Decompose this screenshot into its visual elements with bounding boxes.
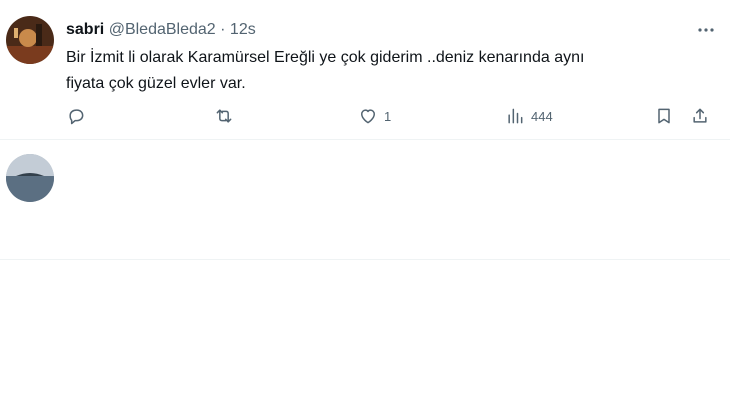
- more-icon: [698, 28, 714, 32]
- avatar[interactable]: [6, 16, 54, 64]
- retweet-icon: [216, 109, 232, 123]
- share-button[interactable]: [690, 104, 710, 128]
- bookmark-icon: [658, 108, 670, 124]
- avatar-image: [6, 16, 54, 64]
- more-options-button[interactable]: [694, 18, 718, 42]
- views-button[interactable]: 444: [505, 104, 553, 128]
- share-icon: [693, 108, 707, 123]
- bookmark-button[interactable]: [654, 104, 674, 128]
- separator-dot: ·: [220, 21, 226, 38]
- tweet[interactable]: sabri @BledaBleda2 · 12s Bir İzmit li ol…: [0, 0, 730, 140]
- timestamp[interactable]: 12s: [230, 21, 256, 38]
- like-count: 1: [384, 108, 392, 124]
- tweet-actions: 1 444: [0, 104, 730, 128]
- display-name[interactable]: sabri: [66, 21, 104, 38]
- views-icon: [508, 108, 523, 124]
- views-count: 444: [531, 108, 553, 124]
- avatar-image: [6, 154, 54, 202]
- reply-icon: [69, 109, 84, 125]
- tweet-header: sabri @BledaBleda2 · 12s: [66, 20, 256, 40]
- user-handle[interactable]: @BledaBleda2: [109, 21, 216, 38]
- avatar[interactable]: [6, 154, 54, 202]
- retweet-button[interactable]: [214, 104, 234, 128]
- like-icon: [361, 109, 375, 124]
- tweet-text: Bir İzmit li olarak Karamürsel Ereğli ye…: [66, 49, 585, 92]
- like-button[interactable]: 1: [358, 104, 391, 128]
- tweet[interactable]: [0, 140, 730, 260]
- reply-button[interactable]: [66, 104, 86, 128]
